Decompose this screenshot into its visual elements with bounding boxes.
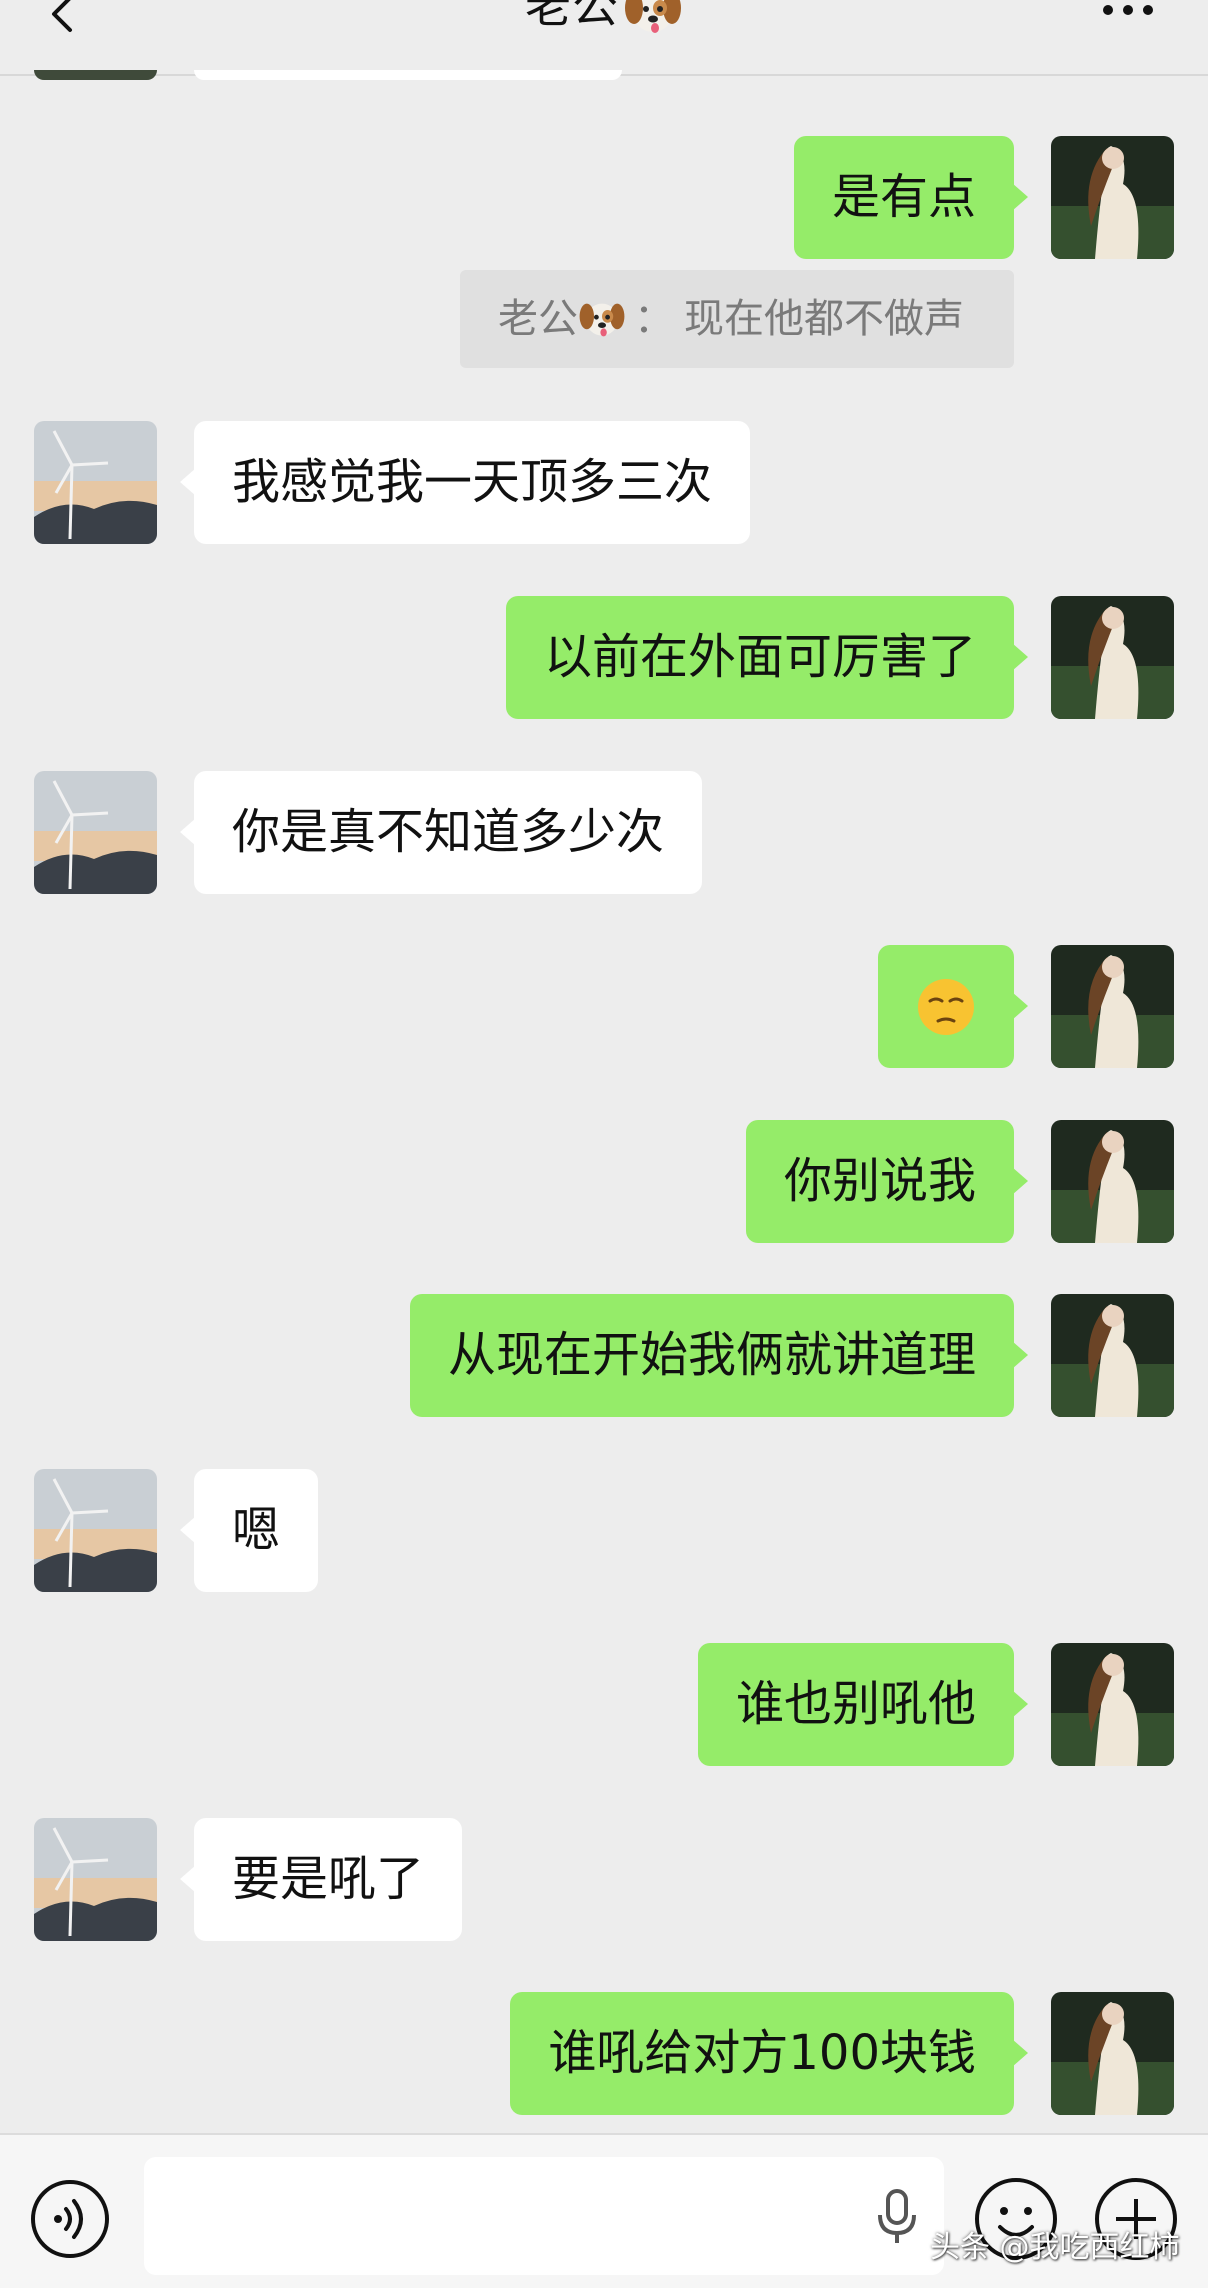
partial-message-row [0, 70, 1208, 84]
message-bubble-outgoing[interactable] [878, 945, 1028, 1068]
chat-title-text: 老公 [525, 0, 619, 33]
dog-face-icon [625, 0, 681, 33]
quote-sender: 老公 [498, 296, 578, 342]
message-bubble-incoming[interactable]: 你是真不知道多少次 [179, 771, 703, 894]
my-avatar[interactable] [1051, 945, 1174, 1068]
unamused-face-icon [918, 979, 974, 1035]
microphone-icon[interactable] [872, 2189, 922, 2245]
message-bubble-outgoing[interactable]: 以前在外面可厉害了 [505, 596, 1029, 719]
message-row: 要是吼了 [0, 1818, 1208, 1941]
message-row: 你别说我 [0, 1120, 1208, 1243]
message-row [0, 945, 1208, 1068]
my-avatar[interactable] [1051, 1643, 1174, 1766]
more-options-icon[interactable] [1098, 2, 1158, 26]
message-row: 是有点 [0, 136, 1208, 259]
message-bubble-outgoing[interactable]: 是有点 [793, 136, 1029, 259]
dog-face-icon [579, 303, 625, 337]
quote-separator: ： [634, 296, 674, 342]
quote-text: 现在他都不做声 [684, 296, 964, 342]
chat-title: 老公 [0, 0, 1208, 38]
message-bubble-outgoing[interactable]: 你别说我 [745, 1120, 1029, 1243]
my-avatar[interactable] [1051, 596, 1174, 719]
partial-avatar [34, 70, 157, 80]
message-bubble-incoming[interactable]: 要是吼了 [179, 1818, 463, 1941]
contact-avatar[interactable] [34, 1469, 157, 1592]
message-bubble-outgoing[interactable]: 从现在开始我俩就讲道理 [409, 1294, 1029, 1417]
message-row: 从现在开始我俩就讲道理 [0, 1294, 1208, 1417]
my-avatar[interactable] [1051, 1294, 1174, 1417]
message-bubble-incoming[interactable]: 我感觉我一天顶多三次 [179, 421, 751, 544]
message-row: 以前在外面可厉害了 [0, 596, 1208, 719]
voice-mode-icon[interactable] [30, 2179, 110, 2259]
message-row: 我感觉我一天顶多三次 [0, 421, 1208, 544]
chat-screen: 老公 是有点 老公 ： 现在他都不做声 我感觉我一天顶多三次 以前在外面可厉害了… [0, 0, 1208, 2288]
message-row: 嗯 [0, 1469, 1208, 1592]
my-avatar[interactable] [1051, 1120, 1174, 1243]
message-bubble-incoming[interactable]: 嗯 [179, 1469, 319, 1592]
partial-bubble[interactable] [194, 70, 622, 80]
message-bubble-outgoing[interactable]: 谁也别吼他 [697, 1643, 1029, 1766]
message-input[interactable] [144, 2157, 944, 2275]
contact-avatar[interactable] [34, 771, 157, 894]
contact-avatar[interactable] [34, 1818, 157, 1941]
watermark: 头条 @我吃西红柿 [930, 2230, 1180, 2265]
message-row: 你是真不知道多少次 [0, 771, 1208, 894]
message-row: 谁吼给对方100块钱 [0, 1992, 1208, 2115]
contact-avatar[interactable] [34, 421, 157, 544]
message-bubble-outgoing[interactable]: 谁吼给对方100块钱 [510, 1992, 1028, 2115]
message-row: 谁也别吼他 [0, 1643, 1208, 1766]
quoted-message[interactable]: 老公 ：现在他都不做声 [460, 270, 1014, 368]
my-avatar[interactable] [1051, 136, 1174, 259]
chat-header: 老公 [0, 0, 1208, 76]
my-avatar[interactable] [1051, 1992, 1174, 2115]
